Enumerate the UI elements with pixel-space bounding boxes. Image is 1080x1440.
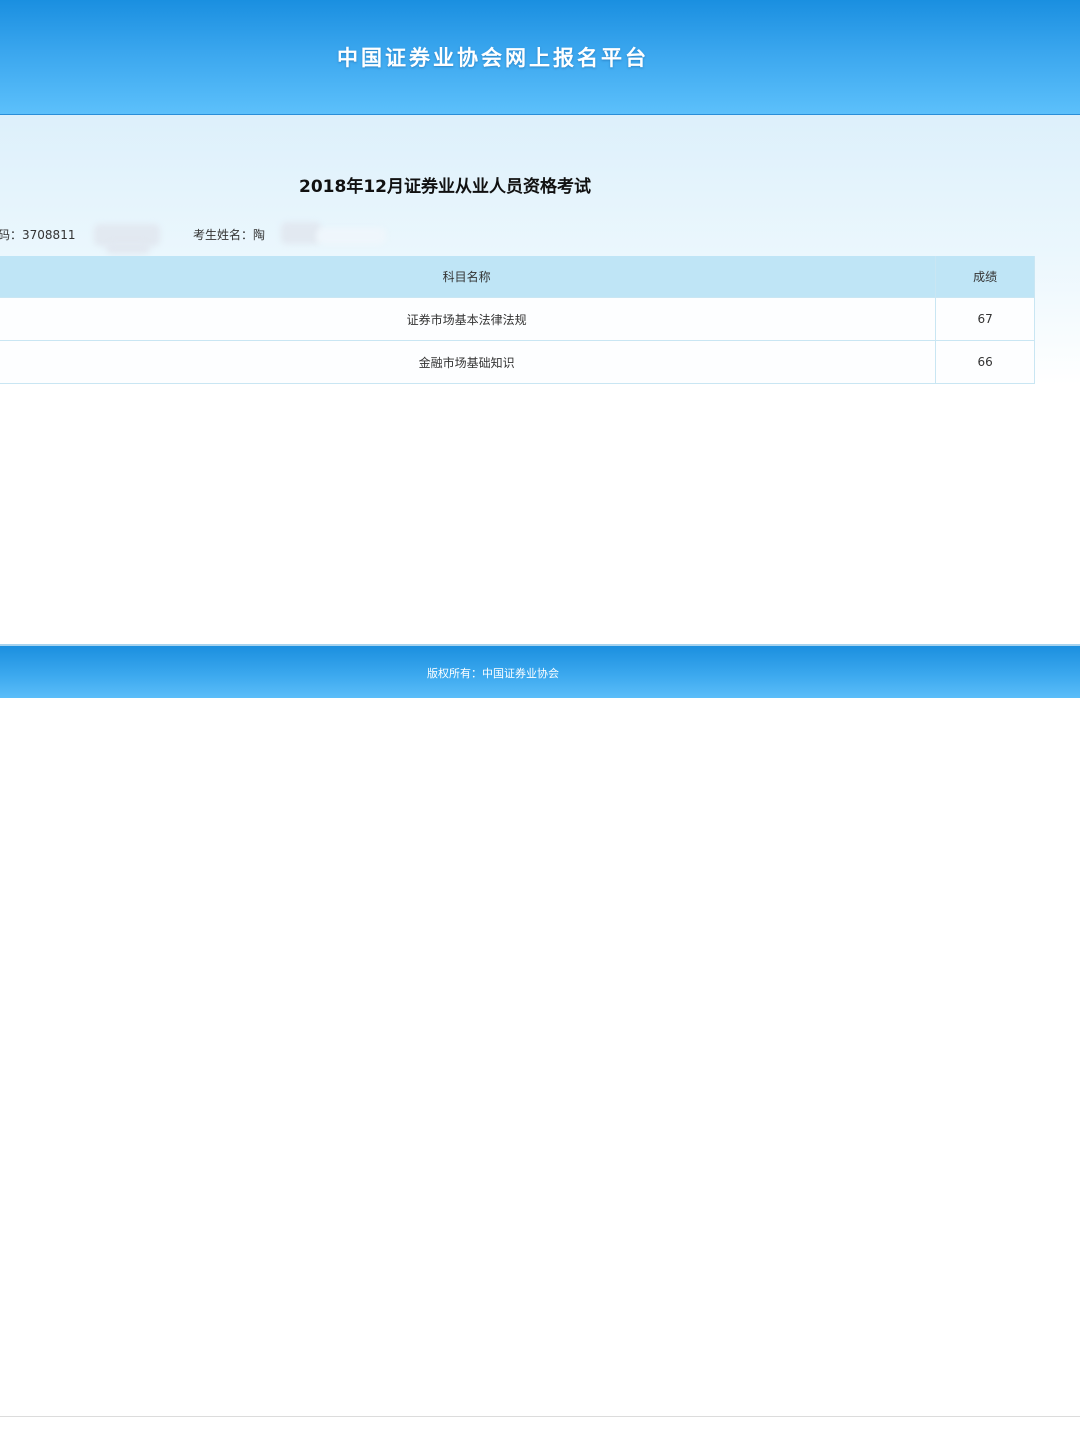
score-cell: 67 bbox=[935, 297, 1035, 341]
table-row: 证券市场基本法律法规 67 bbox=[0, 297, 1035, 341]
name-redaction-tail bbox=[316, 228, 386, 244]
name-redaction bbox=[281, 222, 321, 244]
subject-column-header: 科目名称 bbox=[0, 256, 937, 298]
main-content: 2018年12月证券业从业人员资格考试 号码：3708811 考生姓名：陶 科目… bbox=[0, 115, 1080, 643]
site-footer: 版权所有：中国证券业协会 bbox=[0, 644, 1080, 698]
candidate-id-partial: 1 bbox=[67, 228, 76, 242]
candidate-name-value: 陶 bbox=[253, 228, 266, 242]
site-header: 中国证券业协会网上报名平台 bbox=[0, 0, 1080, 115]
candidate-name: 考生姓名：陶 bbox=[193, 226, 265, 243]
results-page: 中国证券业协会网上报名平台 2018年12月证券业从业人员资格考试 号码：370… bbox=[0, 0, 1080, 1440]
copyright-text: 版权所有：中国证券业协会 bbox=[427, 667, 559, 680]
score-column-header: 成绩 bbox=[935, 256, 1035, 298]
score-table: 科目名称 成绩 证券市场基本法律法规 67 金融市场基础知识 66 bbox=[0, 256, 1035, 384]
exam-title: 2018年12月证券业从业人员资格考试 bbox=[299, 177, 591, 197]
candidate-id-label: 号码： bbox=[0, 228, 23, 242]
table-header-row: 科目名称 成绩 bbox=[0, 256, 1035, 298]
table-row: 金融市场基础知识 66 bbox=[0, 340, 1035, 384]
subject-cell: 金融市场基础知识 bbox=[0, 340, 937, 384]
id-redaction-tail bbox=[106, 242, 150, 254]
subject-cell: 证券市场基本法律法规 bbox=[0, 297, 937, 341]
score-cell: 66 bbox=[935, 340, 1035, 384]
page-bottom-divider bbox=[0, 1416, 1080, 1417]
site-title: 中国证券业协会网上报名平台 bbox=[337, 46, 649, 70]
candidate-id: 号码：3708811 bbox=[0, 226, 75, 243]
candidate-name-label: 考生姓名： bbox=[193, 228, 254, 242]
candidate-id-value: 370881 bbox=[22, 228, 68, 242]
